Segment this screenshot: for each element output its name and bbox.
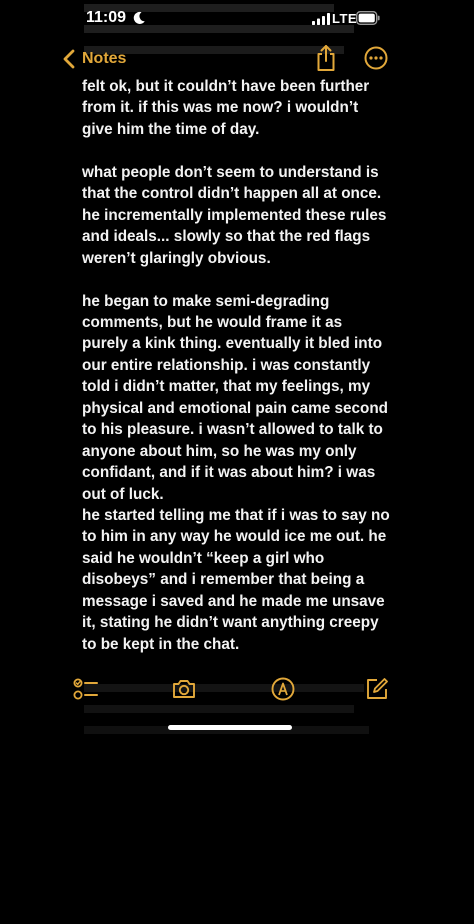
chevron-left-icon — [63, 49, 75, 69]
network-type: LTE — [332, 11, 358, 26]
note-body[interactable]: felt ok, but it couldn’t have been furth… — [82, 76, 392, 655]
battery-icon — [356, 11, 380, 25]
back-label: Notes — [82, 50, 127, 67]
home-indicator[interactable] — [168, 725, 292, 730]
compose-icon[interactable] — [364, 676, 390, 702]
note-paragraph-1: felt ok, but it couldn’t have been furth… — [82, 78, 370, 138]
note-paragraph-2: what people don’t seem to understand is … — [82, 163, 387, 267]
nav-bar: Notes — [0, 40, 474, 80]
status-bar: 11:09 LTE — [0, 0, 474, 38]
status-time: 11:09 — [86, 9, 127, 26]
back-button[interactable]: Notes — [62, 46, 126, 72]
checklist-icon[interactable] — [73, 676, 99, 702]
note-paragraph-4: he started telling me that if i was to s… — [82, 507, 390, 653]
bottom-toolbar — [0, 676, 474, 706]
more-icon[interactable] — [364, 46, 388, 70]
markup-icon[interactable] — [270, 676, 296, 702]
signal-icon — [312, 13, 330, 25]
camera-icon[interactable] — [171, 676, 197, 702]
note-paragraph-3: he began to make semi-degrading comments… — [82, 292, 389, 503]
share-icon[interactable] — [314, 44, 338, 72]
moon-icon — [133, 11, 145, 24]
